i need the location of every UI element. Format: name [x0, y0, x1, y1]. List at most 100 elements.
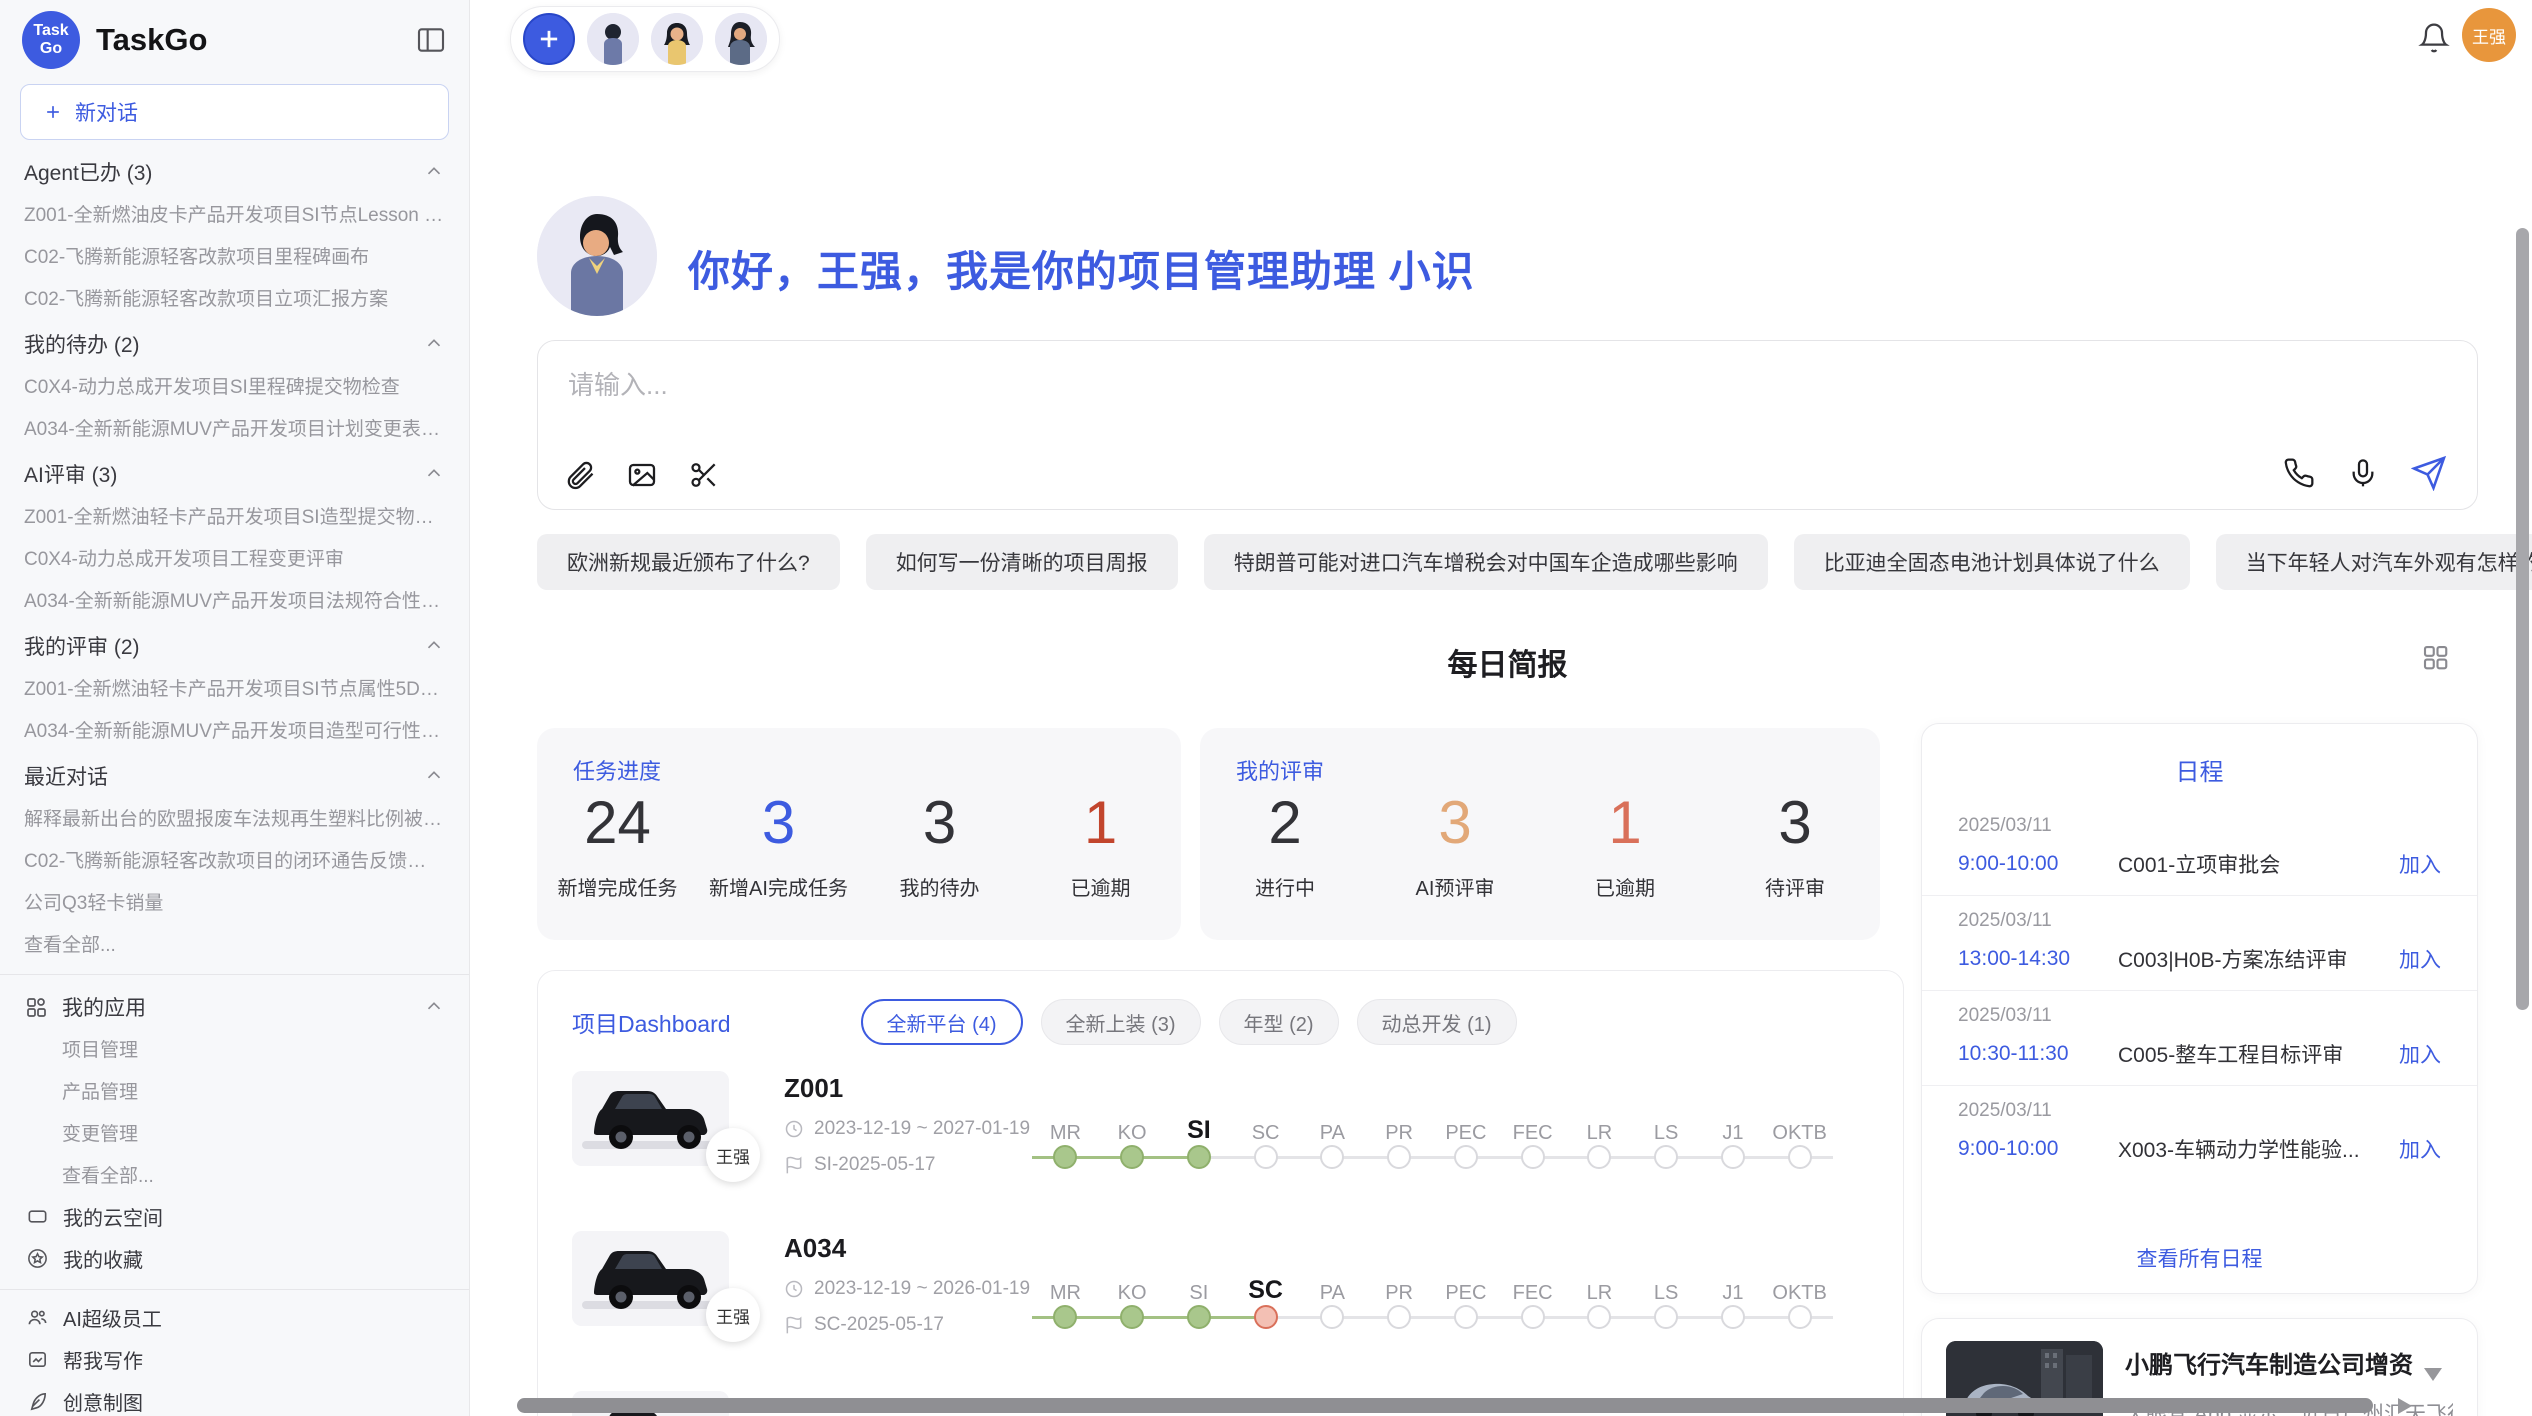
- sidebar-item-ai-staff[interactable]: AI超级员工: [0, 1296, 469, 1338]
- sidebar-item-project-mgmt[interactable]: 项目管理: [0, 1027, 469, 1069]
- sidebar-item-cloud-space[interactable]: 我的云空间: [0, 1195, 469, 1237]
- tab-model-year[interactable]: 年型 (2): [1219, 999, 1339, 1045]
- agent-avatar[interactable]: [587, 13, 639, 65]
- sidebar-item[interactable]: Z001-全新燃油轻卡产品开发项目SI造型提交物评审: [0, 494, 469, 536]
- sidebar-item[interactable]: A034-全新新能源MUV产品开发项目法规符合性评审: [0, 578, 469, 620]
- sidebar-item[interactable]: C0X4-动力总成开发项目工程变更评审: [0, 536, 469, 578]
- project-info: Z001 2023-12-19 ~ 2027-01-19 SI-2025-05-…: [742, 1071, 1032, 1176]
- divider: [0, 974, 469, 975]
- layout-grid-icon[interactable]: [2420, 642, 2450, 672]
- section-label: 我的待办 (2): [24, 329, 140, 359]
- image-upload-icon[interactable]: [626, 459, 658, 491]
- suggestion-chip[interactable]: 当下年轻人对汽车外观有怎样的喜好趋势: [2216, 534, 2532, 590]
- suggestion-chip[interactable]: 特朗普可能对进口汽车增税会对中国车企造成哪些影响: [1204, 534, 1768, 590]
- phone-call-icon[interactable]: [2283, 457, 2315, 489]
- project-row-a034[interactable]: 王强 A034 2023-12-19 ~ 2026-01-19 SC-2025-…: [538, 1215, 1903, 1375]
- sidebar-item-draw[interactable]: 创意制图: [0, 1380, 469, 1416]
- project-flag-milestone: SI-2025-05-17: [784, 1154, 1032, 1176]
- view-all-apps-link[interactable]: 查看全部...: [0, 1153, 469, 1195]
- tab-new-platform[interactable]: 全新平台 (4): [861, 999, 1023, 1045]
- sidebar-item[interactable]: 公司Q3轻卡销量: [0, 880, 469, 922]
- section-header-my-apps: 我的应用: [0, 981, 469, 1027]
- tab-powertrain[interactable]: 动总开发 (1): [1357, 999, 1517, 1045]
- sidebar-item[interactable]: C02-飞腾新能源轻客改款项目里程碑画布: [0, 234, 469, 276]
- sidebar-item-favorites[interactable]: 我的收藏: [0, 1237, 469, 1279]
- chevron-up-icon[interactable]: [423, 635, 445, 657]
- milestone-node-done: [1187, 1305, 1211, 1329]
- sidebar-item[interactable]: A034-全新新能源MUV产品开发项目造型可行性评审: [0, 708, 469, 750]
- new-chat-button[interactable]: 新对话: [20, 84, 449, 140]
- user-avatar[interactable]: 王强: [2462, 8, 2516, 62]
- chat-input-card: [537, 340, 2478, 510]
- send-icon[interactable]: [2411, 455, 2447, 491]
- join-link[interactable]: 加入: [2399, 1134, 2441, 1164]
- schedule-event-title: C005-整车工程目标评审: [2118, 1039, 2385, 1069]
- project-row-z001[interactable]: 王强 Z001 2023-12-19 ~ 2027-01-19 SI-2025-…: [538, 1055, 1903, 1215]
- join-link[interactable]: 加入: [2399, 849, 2441, 879]
- milestone-node-done: [1053, 1305, 1077, 1329]
- input-actions-left: [564, 459, 720, 491]
- microphone-icon[interactable]: [2347, 457, 2379, 489]
- project-info: A034 2023-12-19 ~ 2026-01-19 SC-2025-05-…: [742, 1231, 1032, 1336]
- horizontal-scrollbar-thumb[interactable]: [517, 1398, 2373, 1413]
- chat-input[interactable]: [568, 365, 2168, 435]
- task-progress-card: 任务进度 24 新增完成任务 3 新增AI完成任务 3 我的待办 1 已逾期: [537, 728, 1181, 940]
- flag-icon: [784, 1315, 804, 1335]
- milestone-node-overdue: [1254, 1305, 1278, 1329]
- logo-text-top: Task: [33, 22, 68, 40]
- stat-overdue: 1 已逾期: [1020, 790, 1181, 901]
- chevron-up-icon[interactable]: [423, 463, 445, 485]
- project-flag-milestone: SC-2025-05-17: [784, 1314, 1032, 1336]
- join-link[interactable]: 加入: [2399, 944, 2441, 974]
- view-all-chats-link[interactable]: 查看全部...: [0, 922, 469, 964]
- vertical-scrollbar-thumb[interactable]: [2516, 228, 2529, 1010]
- app-window: Task Go TaskGo 新对话 Agent已办 (3) Z001-全新燃油…: [0, 0, 2532, 1416]
- sidebar-item[interactable]: 解释最新出台的欧盟报废车法规再生塑料比例被调至15%...: [0, 796, 469, 838]
- sidebar-item[interactable]: C02-飞腾新能源轻客改款项目立项汇报方案: [0, 276, 469, 318]
- agent-avatar[interactable]: [715, 13, 767, 65]
- schedule-panel: 日程 2025/03/11 9:00-10:00 C001-立项审批会 加入 2…: [1921, 723, 2478, 1294]
- milestone-node: [1654, 1305, 1678, 1329]
- screenshot-scissors-icon[interactable]: [688, 459, 720, 491]
- stat-pending-review: 3 待评审: [1710, 790, 1880, 901]
- sidebar-item-change-mgmt[interactable]: 变更管理: [0, 1111, 469, 1153]
- agent-avatar[interactable]: [651, 13, 703, 65]
- sidebar-item[interactable]: C0X4-动力总成开发项目SI里程碑提交物检查: [0, 364, 469, 406]
- sidebar-item[interactable]: Z001-全新燃油轻卡产品开发项目SI节点属性5D文件评审: [0, 666, 469, 708]
- suggestion-chip[interactable]: 比亚迪全固态电池计划具体说了什么: [1794, 534, 2190, 590]
- add-agent-button[interactable]: [523, 13, 575, 65]
- scroll-right-arrow[interactable]: [2398, 1398, 2412, 1414]
- plus-icon: [43, 102, 63, 122]
- milestone-node-done: [1120, 1305, 1144, 1329]
- tab-new-body[interactable]: 全新上装 (3): [1041, 999, 1201, 1045]
- sidebar-item[interactable]: C02-飞腾新能源轻客改款项目的闭环通告反馈情况: [0, 838, 469, 880]
- sidebar-item-product-mgmt[interactable]: 产品管理: [0, 1069, 469, 1111]
- scroll-down-arrow[interactable]: [2424, 1368, 2442, 1381]
- schedule-item: 2025/03/11 13:00-14:30 C003|H0B-方案冻结评审 加…: [1922, 896, 2477, 991]
- view-all-schedule-link[interactable]: 查看所有日程: [1922, 1243, 2477, 1273]
- milestone-node: [1320, 1305, 1344, 1329]
- section-header-my-review: 我的评审 (2): [0, 620, 469, 666]
- schedule-date: 2025/03/11: [1958, 910, 2441, 932]
- suggestion-chip[interactable]: 欧洲新规最近颁布了什么?: [537, 534, 840, 590]
- chevron-up-icon[interactable]: [423, 161, 445, 183]
- milestone-node-done: [1120, 1145, 1144, 1169]
- chevron-up-icon[interactable]: [423, 996, 445, 1018]
- milestone-node: [1654, 1145, 1678, 1169]
- dashboard-tabs: 全新平台 (4) 全新上装 (3) 年型 (2) 动总开发 (1): [861, 999, 1517, 1045]
- sidebar-item[interactable]: Z001-全新燃油皮卡产品开发项目SI节点Lesson Learn报告: [0, 192, 469, 234]
- project-dates: 2023-12-19 ~ 2027-01-19: [784, 1118, 1032, 1140]
- chevron-up-icon[interactable]: [423, 333, 445, 355]
- attachment-icon[interactable]: [564, 459, 596, 491]
- sidebar-collapse-icon[interactable]: [415, 24, 447, 56]
- join-link[interactable]: 加入: [2399, 1039, 2441, 1069]
- chevron-up-icon[interactable]: [423, 765, 445, 787]
- milestone-node: [1521, 1145, 1545, 1169]
- logo-row: Task Go TaskGo: [0, 0, 469, 70]
- notification-bell-icon[interactable]: [2418, 22, 2450, 54]
- suggestion-chip[interactable]: 如何写一份清晰的项目周报: [866, 534, 1178, 590]
- section-label: 我的应用: [62, 992, 146, 1022]
- flag-icon: [784, 1155, 804, 1175]
- sidebar-item[interactable]: A034-全新新能源MUV产品开发项目计划变更表编写: [0, 406, 469, 448]
- sidebar-item-write[interactable]: 帮我写作: [0, 1338, 469, 1380]
